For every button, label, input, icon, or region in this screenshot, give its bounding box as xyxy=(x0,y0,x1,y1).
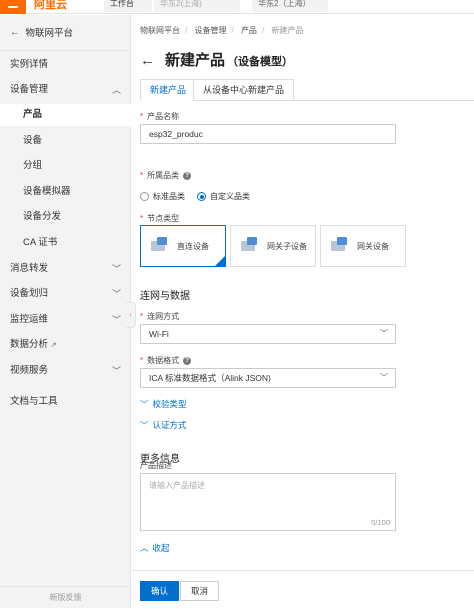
verify-type-toggle[interactable]: ﹀ 校验类型 xyxy=(140,398,187,410)
radio-circle-selected xyxy=(197,192,206,201)
external-link-icon: ↗ xyxy=(50,342,57,349)
section-network-data: 连网与数据 xyxy=(140,291,190,302)
chevron-down-icon: ﹀ xyxy=(111,264,121,274)
chevron-down-icon: ﹀ xyxy=(111,366,121,376)
product-name-label: * 产品名称 xyxy=(140,112,180,121)
category-label: * 所属品类 ? xyxy=(140,170,192,181)
chevron-down-icon: ﹀ xyxy=(111,315,121,325)
region-selector[interactable]: 华东2（上海） xyxy=(252,0,328,12)
sidebar-item-docs-tools[interactable]: 文档与工具 xyxy=(0,391,131,413)
cancel-button[interactable]: 取消 xyxy=(180,581,220,601)
sidebar-item-devices[interactable]: 设备 xyxy=(0,130,131,152)
sidebar-item-instance-details[interactable]: 实例详情 xyxy=(0,54,131,76)
sidebar-item-device-simulator[interactable]: 设备模拟器 xyxy=(0,181,131,203)
brand-logo[interactable]: 阿里云 xyxy=(34,0,67,12)
node-type-gateway-subdevice[interactable]: 网关子设备 xyxy=(230,225,316,267)
radio-standard-category[interactable]: 标准品类 xyxy=(140,191,185,202)
menu-icon[interactable] xyxy=(0,0,26,14)
device-icon xyxy=(149,237,171,255)
divider xyxy=(0,50,131,51)
help-icon[interactable]: ? xyxy=(183,356,192,365)
description-textarea[interactable]: 请输入产品描述 0/100 xyxy=(140,473,396,531)
subdevice-icon xyxy=(239,237,261,255)
sidebar-item-video-service[interactable]: 视频服务 ﹀ xyxy=(0,360,131,382)
sidebar-item-device-distribution[interactable]: 设备分发 xyxy=(0,206,131,228)
category-radio-group: 标准品类 自定义品类 xyxy=(140,191,250,202)
tab-bar: 新建产品 从设备中心新建产品 xyxy=(140,79,474,101)
sidebar-item-message-forwarding[interactable]: 消息转发 ﹀ xyxy=(0,258,131,280)
sidebar-back-label: 物联网平台 xyxy=(25,28,74,39)
form-footer: 确认 取消 xyxy=(132,570,474,608)
radio-circle xyxy=(140,192,149,201)
page-title-sub: （设备模型） xyxy=(227,56,294,68)
back-arrow-icon: ← xyxy=(10,26,20,38)
chevron-down-icon: ﹀ xyxy=(380,373,388,382)
tab-from-device-center[interactable]: 从设备中心新建产品 xyxy=(193,79,295,101)
description-label: 产品描述 xyxy=(140,461,172,470)
network-method-label: * 连网方式 xyxy=(140,312,180,321)
sidebar-item-groups[interactable]: 分组 xyxy=(0,155,131,177)
workbench-pill[interactable]: 工作台 xyxy=(104,0,152,12)
breadcrumb-item[interactable]: 产品 xyxy=(241,26,257,35)
collapse-toggle[interactable]: ︿ 收起 xyxy=(140,542,170,554)
tab-new-product[interactable]: 新建产品 xyxy=(140,79,197,101)
chevron-down-icon: ﹀ xyxy=(140,420,149,430)
page-title: ← 新建产品 （设备模型） xyxy=(140,49,293,70)
data-format-select[interactable]: ICA 标准数据格式（Alink JSON) ﹀ xyxy=(140,368,396,388)
auth-method-toggle[interactable]: ﹀ 认证方式 xyxy=(140,419,187,431)
node-type-gateway-device[interactable]: 网关设备 xyxy=(320,225,406,267)
chevron-down-icon: ﹀ xyxy=(380,329,388,338)
breadcrumb-item[interactable]: 设备管理 xyxy=(194,26,226,35)
sidebar-back-link[interactable]: ← 物联网平台 xyxy=(10,25,74,40)
chevron-up-icon: ︿ xyxy=(140,543,149,553)
back-arrow-icon[interactable]: ← xyxy=(140,52,155,69)
breadcrumb-item[interactable]: 物联网平台 xyxy=(140,26,180,35)
node-type-direct-device[interactable]: 直连设备 xyxy=(140,225,226,267)
page-title-main: 新建产品 xyxy=(165,52,226,69)
sidebar-item-monitoring[interactable]: 监控运维 ﹀ xyxy=(0,309,131,331)
char-counter: 0/100 xyxy=(371,518,390,527)
region-pill[interactable]: 华东2(上海) xyxy=(154,0,240,12)
network-method-select[interactable]: Wi-Fi ﹀ xyxy=(140,324,396,344)
node-type-label: * 节点类型 xyxy=(140,214,180,223)
radio-custom-category[interactable]: 自定义品类 xyxy=(197,191,250,202)
gateway-icon xyxy=(329,237,351,255)
help-icon[interactable]: ? xyxy=(183,171,192,180)
sidebar-item-device-management[interactable]: 设备管理 ︿ xyxy=(0,79,131,101)
sidebar-item-data-analysis[interactable]: 数据分析 ↗ xyxy=(0,334,131,356)
sidebar: ← 物联网平台 实例详情 设备管理 ︿ 产品 设备 分组 设备模拟器 设备分发 C… xyxy=(0,15,131,608)
confirm-button[interactable]: 确认 xyxy=(140,581,180,601)
sidebar-item-device-assignment[interactable]: 设备划归 ﹀ xyxy=(0,283,131,305)
main-content: 物联网平台 / 设备管理 / 产品 / 新建产品 ← 新建产品 （设备模型） 新建产品… xyxy=(132,15,474,608)
chevron-down-icon: ﹀ xyxy=(111,289,121,299)
product-name-input[interactable]: esp32_produc xyxy=(140,124,396,144)
feedback-link[interactable]: 新版反馈 xyxy=(0,586,131,608)
data-format-label: * 数据格式 ? xyxy=(140,355,192,366)
chevron-up-icon: ︿ xyxy=(111,85,121,95)
breadcrumb-current: 新建产品 xyxy=(271,26,304,35)
breadcrumb: 物联网平台 / 设备管理 / 产品 / 新建产品 xyxy=(140,26,304,35)
chevron-down-icon: ﹀ xyxy=(140,399,149,409)
sidebar-item-products[interactable]: 产品 xyxy=(0,104,131,126)
sidebar-item-ca-certificate[interactable]: CA 证书 xyxy=(0,232,131,254)
top-bar: 阿里云 工作台 华东2(上海) 华东2（上海） xyxy=(0,0,474,14)
